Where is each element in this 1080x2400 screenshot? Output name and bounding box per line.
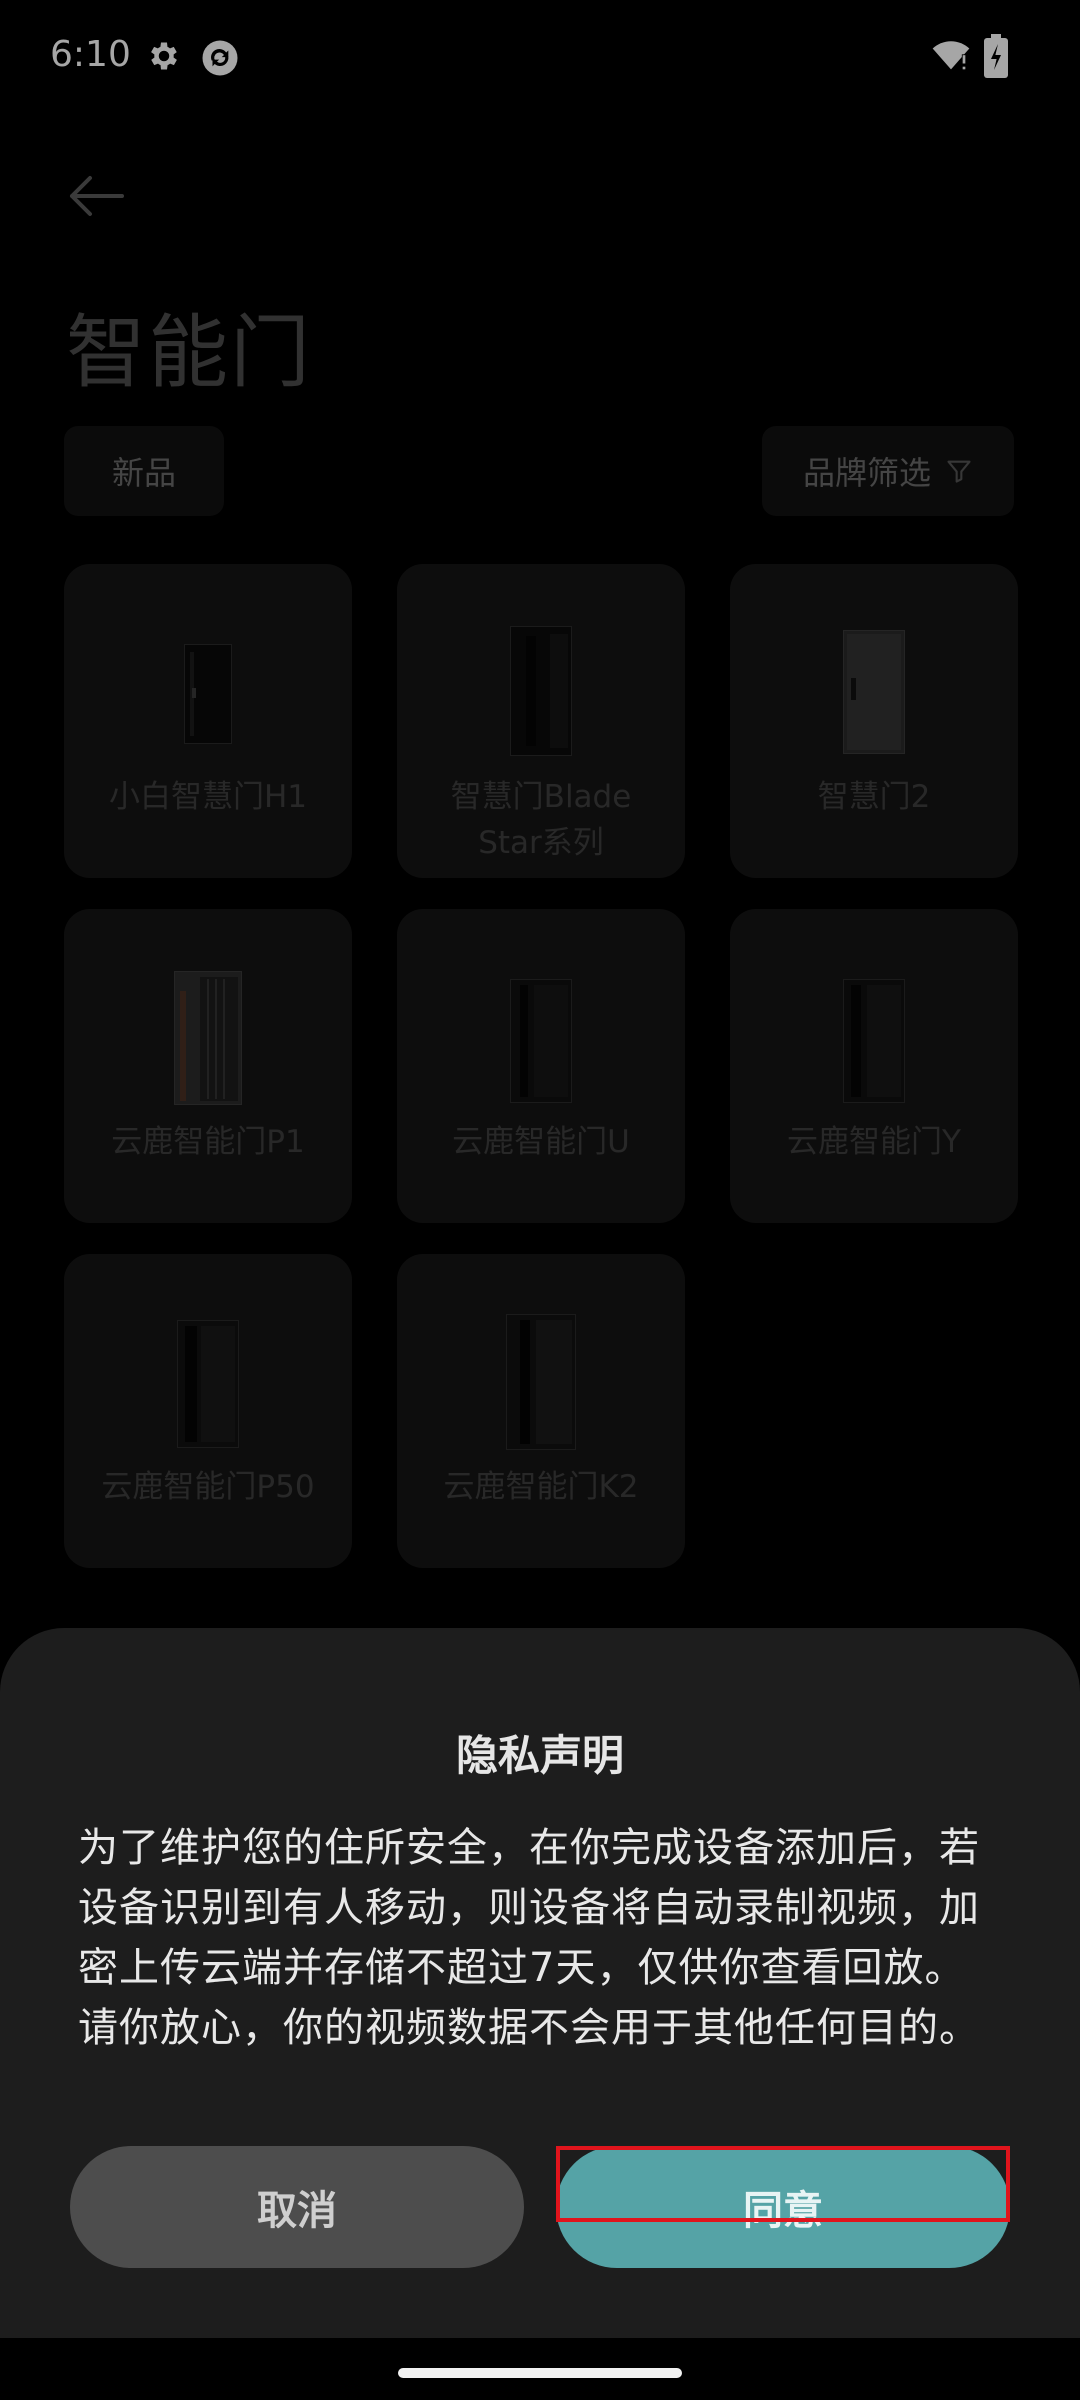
agree-button-highlight (556, 2146, 1010, 2222)
dialog-body-line: 请你放心，你的视频数据不会用于其他任何目的。 (78, 2005, 980, 2051)
dialog-body-line: 设备识别到有人移动，则设备将自动录制视频，加 (78, 1885, 980, 1931)
dialog-body-line: 为了维护您的住所安全，在你完成设备添加后，若 (78, 1825, 980, 1871)
home-indicator[interactable] (398, 2368, 682, 2378)
dialog-title: 隐私声明 (455, 1731, 624, 1780)
dialog-body-line: 密上传云端并存储不超过7天，仅供你查看回放。 (78, 1945, 966, 1991)
privacy-dialog: 隐私声明 为了维护您的住所安全，在你完成设备添加后，若 设备识别到有人移动，则设… (0, 1628, 1080, 2338)
dialog-body: 为了维护您的住所安全，在你完成设备添加后，若 设备识别到有人移动，则设备将自动录… (78, 1818, 1008, 2058)
cancel-button[interactable]: 取消 (70, 2146, 524, 2268)
